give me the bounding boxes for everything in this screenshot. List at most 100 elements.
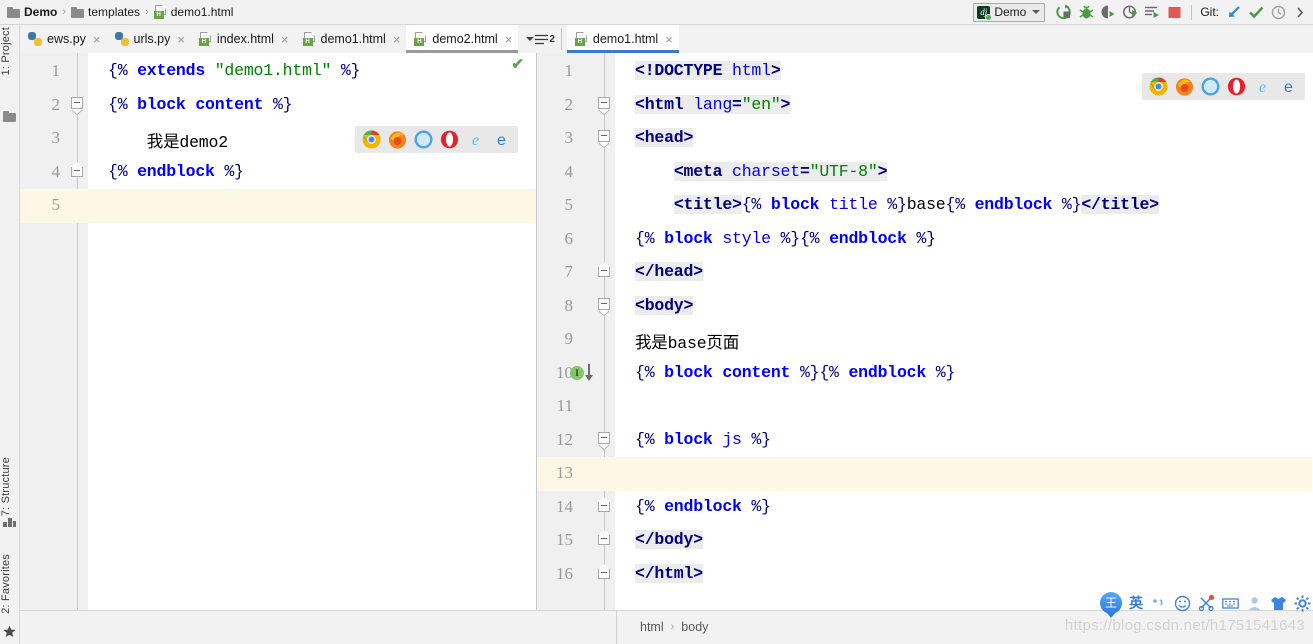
code-line[interactable]: {% block content %} — [108, 95, 293, 114]
chrome-icon[interactable] — [1149, 77, 1168, 96]
tab-views-py[interactable]: ews.py × — [20, 25, 107, 53]
opera-icon[interactable] — [440, 130, 459, 149]
profile-button[interactable] — [1119, 2, 1141, 23]
code-line[interactable]: 我是demo2 — [108, 128, 228, 152]
ime-logo-icon[interactable]: 王 — [1100, 592, 1122, 618]
ime-mode-label[interactable]: 英 — [1129, 593, 1143, 613]
run-with-console-button[interactable] — [1141, 2, 1163, 23]
skin-icon[interactable] — [1270, 595, 1287, 612]
user-icon[interactable] — [1246, 595, 1263, 612]
fold-open-icon[interactable] — [598, 130, 610, 142]
ie-icon[interactable]: e — [1253, 77, 1272, 96]
safari-icon[interactable] — [1201, 77, 1220, 96]
close-icon[interactable]: × — [281, 33, 289, 46]
ime-toolbar[interactable]: 王 英 — [1100, 592, 1311, 618]
code-token: extends — [137, 61, 206, 80]
toolbar-overflow-button[interactable] — [1289, 2, 1311, 23]
run-button[interactable] — [1053, 2, 1075, 23]
breadcrumb-body[interactable]: body — [681, 620, 708, 634]
run-configuration-selector[interactable]: dj Demo — [973, 2, 1046, 22]
chrome-icon[interactable] — [362, 130, 381, 149]
browser-launch-popup-right[interactable]: e e — [1142, 73, 1305, 100]
commit-check-icon — [1248, 6, 1263, 18]
sidebar-item-favorites[interactable]: 2: Favorites — [0, 554, 20, 614]
fold-end-icon[interactable] — [598, 530, 610, 545]
inspection-ok-icon[interactable]: ✔ — [511, 55, 524, 73]
tab-list-overflow-button[interactable]: 2 — [518, 25, 561, 53]
close-icon[interactable]: × — [393, 33, 401, 46]
code-line[interactable]: {% block js %} — [635, 430, 771, 449]
tab-index-html[interactable]: H index.html × — [190, 25, 295, 53]
stop-button[interactable] — [1163, 2, 1185, 23]
code-lines-right[interactable]: 1 <!DOCTYPE html> 2 <html lang="en"> 3 <head>… — [537, 53, 1312, 610]
code-line[interactable]: {% extends "demo1.html" %} — [108, 61, 360, 80]
editor-line-row[interactable] — [537, 390, 1312, 424]
code-line[interactable]: <head> — [635, 128, 693, 147]
fold-open-icon[interactable] — [598, 96, 610, 109]
ie-icon[interactable]: e — [466, 130, 485, 149]
git-update-button[interactable] — [1223, 2, 1245, 23]
implementation-marker-icon[interactable]: I — [570, 363, 593, 382]
firefox-icon[interactable] — [1175, 77, 1194, 96]
tab-demo1-html[interactable]: H demo1.html × — [294, 25, 407, 53]
sidebar-item-structure[interactable]: 7: Structure — [0, 457, 20, 516]
breadcrumb-html[interactable]: html — [640, 620, 664, 634]
breadcrumb-item-templates[interactable]: templates — [71, 5, 140, 19]
code-line[interactable]: </head> — [635, 262, 703, 281]
fold-end-icon[interactable] — [598, 496, 610, 512]
edge-icon[interactable]: e — [1279, 77, 1298, 96]
editor-line-row[interactable] — [20, 189, 536, 223]
fold-end-icon[interactable] — [598, 563, 610, 579]
close-icon[interactable]: × — [93, 33, 101, 46]
sidebar-item-project[interactable]: 1: Project — [0, 27, 20, 75]
code-token: <head> — [635, 128, 694, 147]
code-line[interactable]: 我是base页面 — [635, 329, 739, 353]
tab-demo2-html[interactable]: H demo2.html × — [406, 25, 519, 53]
line-number: 13 — [556, 463, 573, 482]
code-line[interactable]: {% endblock %} — [108, 162, 244, 181]
fold-end-icon[interactable] — [71, 161, 83, 177]
code-line[interactable]: <meta charset="UTF-8"> — [635, 161, 887, 181]
breadcrumb-item-project[interactable]: Demo — [7, 5, 57, 19]
code-line[interactable]: </html> — [635, 563, 703, 583]
run-coverage-button[interactable] — [1097, 2, 1119, 23]
firefox-icon[interactable] — [388, 130, 407, 149]
git-history-button[interactable] — [1267, 2, 1289, 23]
code-line[interactable]: {% block content %}{% endblock %} — [635, 363, 955, 382]
fold-open-icon[interactable] — [71, 96, 83, 109]
opera-icon[interactable] — [1227, 77, 1246, 96]
tab-demo1-html-right[interactable]: H demo1.html × — [566, 25, 679, 53]
line-number: 1 — [564, 61, 574, 80]
fold-end-icon[interactable] — [598, 262, 610, 277]
code-line[interactable]: </body> — [635, 530, 703, 549]
code-line[interactable]: <html lang="en"> — [635, 94, 790, 114]
browser-launch-popup-left[interactable]: e e — [355, 126, 518, 153]
scissors-icon[interactable] — [1198, 594, 1215, 612]
editor-line-row[interactable] — [537, 457, 1312, 491]
editor-line-row[interactable] — [20, 156, 536, 190]
structure-icon — [3, 515, 16, 528]
emoji-icon[interactable] — [1174, 595, 1191, 612]
code-line[interactable]: <!DOCTYPE html> — [635, 61, 781, 80]
close-icon[interactable]: × — [665, 33, 673, 46]
debug-button[interactable] — [1075, 2, 1097, 23]
comma-icon[interactable] — [1150, 595, 1167, 612]
code-line[interactable]: {% endblock %} — [635, 497, 771, 516]
edge-icon[interactable]: e — [492, 130, 511, 149]
tab-urls-py[interactable]: urls.py × — [106, 25, 191, 53]
code-line[interactable]: {% block style %}{% endblock %} — [635, 229, 936, 248]
fold-open-icon[interactable] — [598, 431, 610, 444]
fold-open-icon[interactable] — [598, 297, 610, 310]
breadcrumb-item-file[interactable]: H demo1.html — [153, 5, 233, 19]
editor-pane-left[interactable]: 1 {% extends "demo1.html" %} 2 {% block con… — [20, 53, 537, 610]
code-line[interactable]: <body> — [635, 295, 693, 315]
close-icon[interactable]: × — [505, 33, 513, 46]
settings-gear-icon[interactable] — [1294, 595, 1311, 612]
keyboard-icon[interactable] — [1222, 595, 1239, 612]
editor-pane-right[interactable]: 1 <!DOCTYPE html> 2 <html lang="en"> 3 <head>… — [537, 53, 1312, 610]
safari-icon[interactable] — [414, 130, 433, 149]
code-line[interactable]: <title>{% block title %}base{% endblock … — [635, 195, 1159, 214]
close-icon[interactable]: × — [177, 33, 185, 46]
git-commit-button[interactable] — [1245, 2, 1267, 23]
